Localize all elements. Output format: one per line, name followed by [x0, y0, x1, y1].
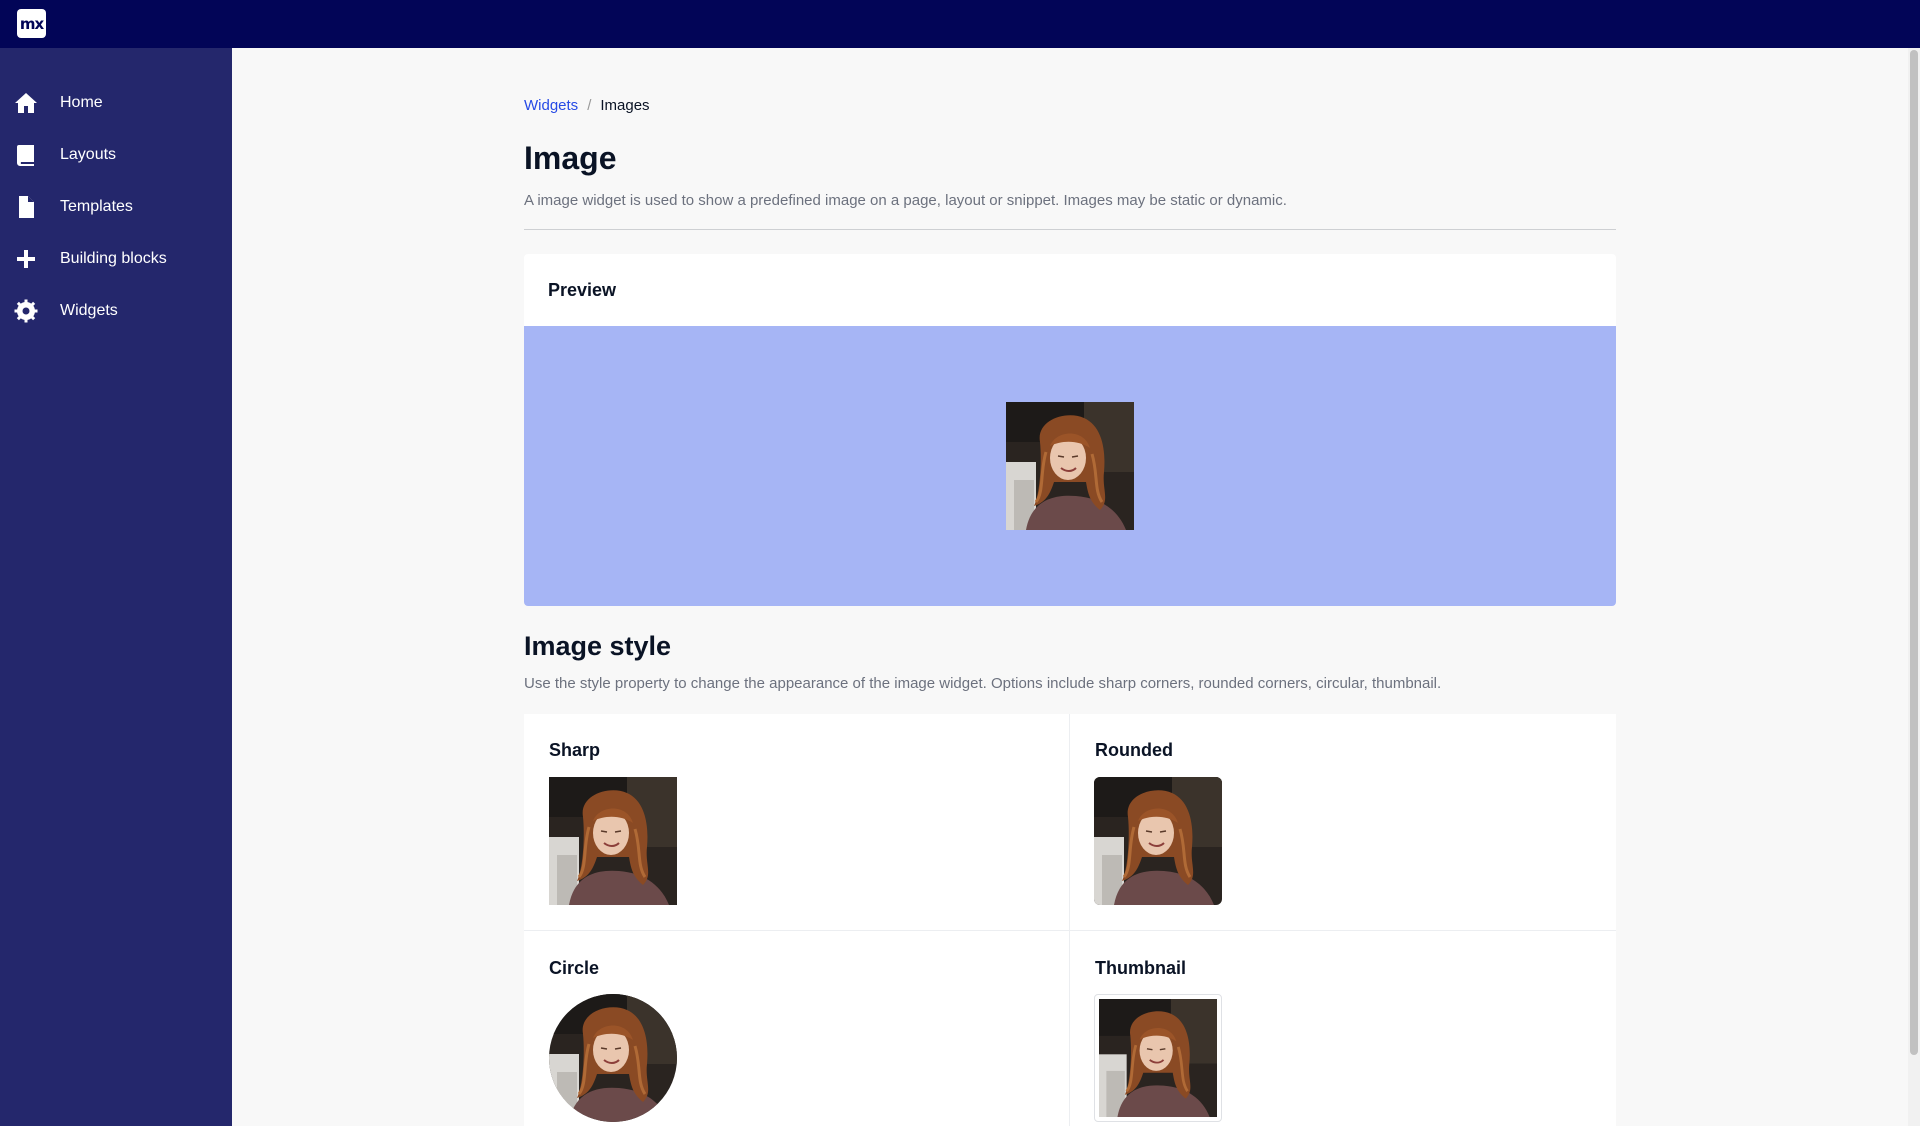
sidebar-item-label: Building blocks — [60, 250, 167, 267]
logo-text: mx — [19, 14, 44, 33]
image-style-description: Use the style property to change the app… — [524, 675, 1442, 692]
style-cell-rounded: Rounded — [1070, 714, 1616, 932]
style-label-circle: Circle — [549, 958, 600, 978]
top-bar: mx — [0, 0, 1920, 48]
preview-title: Preview — [548, 280, 617, 300]
preview-area — [524, 326, 1616, 606]
preview-image — [1006, 402, 1134, 530]
style-label-rounded: Rounded — [1095, 740, 1173, 760]
breadcrumb: Widgets / Images — [524, 97, 650, 114]
file-icon — [19, 196, 34, 218]
sharp-image — [549, 777, 677, 905]
rounded-image — [1094, 777, 1222, 905]
sidebar-item-templates[interactable]: Templates — [0, 182, 232, 234]
sidebar: Home Layouts Templates Building blocks W… — [0, 48, 232, 1126]
mendix-logo[interactable]: mx — [17, 9, 46, 38]
divider — [524, 229, 1616, 230]
home-icon — [15, 93, 37, 113]
book-icon — [17, 145, 34, 166]
sidebar-item-building-blocks[interactable]: Building blocks — [0, 234, 232, 286]
preview-card: Preview — [524, 254, 1616, 606]
scrollbar[interactable] — [1908, 48, 1920, 1126]
sidebar-item-widgets[interactable]: Widgets — [0, 286, 232, 338]
gear-icon — [14, 299, 38, 323]
sidebar-item-label: Layouts — [60, 146, 117, 163]
page-title: Image — [524, 140, 617, 176]
sidebar-item-label: Widgets — [60, 302, 118, 319]
style-cell-sharp: Sharp — [524, 714, 1070, 932]
style-cell-thumbnail: Thumbnail — [1070, 932, 1616, 1126]
style-label-sharp: Sharp — [549, 740, 601, 760]
plus-icon — [17, 250, 35, 268]
image-style-grid: Sharp Rounded Circle Thumbnail — [524, 714, 1616, 1126]
thumbnail-image — [1094, 994, 1222, 1122]
style-label-thumbnail: Thumbnail — [1095, 958, 1186, 978]
scrollbar-thumb[interactable] — [1910, 50, 1918, 1055]
image-style-title: Image style — [524, 631, 672, 661]
breadcrumb-separator: / — [587, 97, 592, 114]
page-description: A image widget is used to show a predefi… — [524, 192, 1287, 209]
circle-image — [549, 994, 677, 1122]
sidebar-item-label: Templates — [60, 198, 133, 215]
style-cell-circle: Circle — [524, 932, 1070, 1126]
sidebar-item-layouts[interactable]: Layouts — [0, 130, 232, 182]
breadcrumb-current: Images — [600, 97, 650, 114]
breadcrumb-link-widgets[interactable]: Widgets — [524, 97, 578, 114]
sidebar-item-home[interactable]: Home — [0, 78, 232, 130]
sidebar-item-label: Home — [60, 94, 103, 111]
